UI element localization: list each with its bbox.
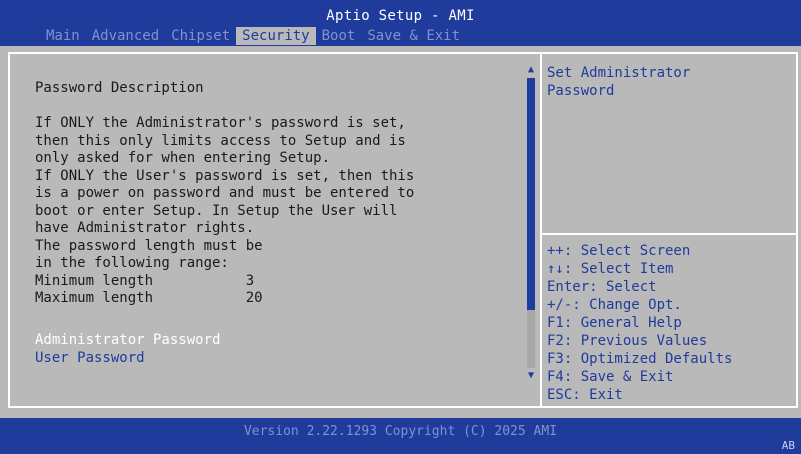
corner-badge: AB bbox=[781, 439, 795, 452]
user-password-item[interactable]: User Password bbox=[35, 350, 145, 367]
app-title: Aptio Setup - AMI bbox=[326, 8, 475, 24]
description-line: The password length must be bbox=[35, 237, 263, 254]
description-line: is a power on password and must be enter… bbox=[35, 185, 415, 201]
password-description: Password Description If ONLY the Adminis… bbox=[35, 80, 515, 308]
key-f4: F4: Save & Exit bbox=[547, 369, 674, 385]
key-select-screen: ++: Select Screen bbox=[547, 243, 691, 259]
key-select-item: ↑↓: Select Item bbox=[547, 261, 674, 277]
description-scrollbar[interactable]: ▲ ▼ bbox=[524, 64, 538, 382]
help-divider bbox=[542, 233, 798, 235]
key-change-opt: +/-: Change Opt. bbox=[547, 297, 682, 313]
description-line: in the following range: bbox=[35, 255, 229, 271]
tab-boot[interactable]: Boot bbox=[316, 27, 362, 45]
tab-save-exit[interactable]: Save & Exit bbox=[361, 27, 466, 45]
key-f3: F3: Optimized Defaults bbox=[547, 351, 733, 367]
tab-chipset[interactable]: Chipset bbox=[165, 27, 236, 45]
scroll-down-arrow-icon[interactable]: ▼ bbox=[524, 370, 538, 382]
description-line: have Administrator rights. bbox=[35, 220, 255, 236]
key-enter: Enter: Select bbox=[547, 279, 657, 295]
item-help: Set Administrator Password bbox=[547, 64, 792, 100]
tab-bar: Main Advanced Chipset Security Boot Save… bbox=[40, 27, 466, 45]
scrollbar-track[interactable] bbox=[527, 78, 535, 368]
description-line: If ONLY the User's password is set, then… bbox=[35, 167, 415, 184]
key-legend: ++: Select Screen ↑↓: Select Item Enter:… bbox=[547, 242, 797, 404]
description-line: boot or enter Setup. In Setup the User w… bbox=[35, 202, 398, 219]
minimum-length-row: Minimum length 3 bbox=[35, 272, 255, 289]
help-line-2: Password bbox=[547, 83, 615, 99]
tab-security[interactable]: Security bbox=[236, 27, 316, 45]
version-text: Version 2.22.1293 Copyright (C) 2025 AMI bbox=[243, 424, 558, 439]
scrollbar-thumb[interactable] bbox=[527, 78, 535, 310]
key-f2: F2: Previous Values bbox=[547, 333, 708, 349]
description-heading: Password Description bbox=[35, 80, 204, 96]
key-f1: F1: General Help bbox=[547, 315, 682, 331]
description-line: If ONLY the Administrator's password is … bbox=[35, 115, 406, 131]
tab-advanced[interactable]: Advanced bbox=[86, 27, 165, 45]
description-line: then this only limits access to Setup an… bbox=[35, 132, 406, 149]
panel-divider bbox=[540, 52, 542, 408]
administrator-password-item[interactable]: Administrator Password bbox=[35, 332, 220, 349]
help-line-1: Set Administrator bbox=[547, 65, 691, 81]
description-line bbox=[35, 98, 515, 116]
maximum-length-row: Maximum length 20 bbox=[35, 290, 263, 306]
key-esc: ESC: Exit bbox=[547, 387, 623, 403]
description-line: only asked for when entering Setup. bbox=[35, 150, 331, 166]
tab-main[interactable]: Main bbox=[40, 27, 86, 45]
scroll-up-arrow-icon[interactable]: ▲ bbox=[524, 64, 538, 76]
bios-screen: Aptio Setup - AMI Main Advanced Chipset … bbox=[0, 0, 801, 454]
